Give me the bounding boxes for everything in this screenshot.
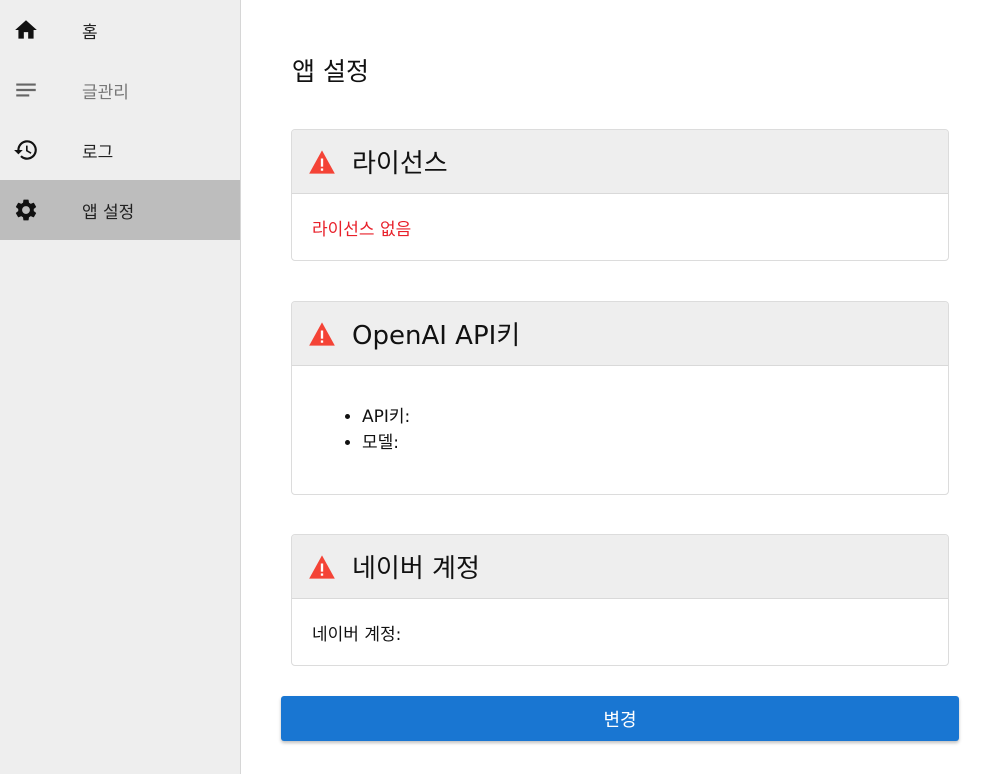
sidebar-item-settings[interactable]: 앱 설정: [0, 180, 240, 240]
card-title: 라이선스: [352, 149, 448, 179]
sidebar-item-home[interactable]: 홈: [0, 0, 240, 60]
history-icon: [12, 136, 40, 164]
page-title: 앱 설정: [292, 57, 369, 86]
list-item: API키:: [362, 404, 928, 430]
change-button[interactable]: 변경: [281, 696, 959, 741]
license-status: 라이선스 없음: [312, 219, 412, 240]
warning-icon: [308, 554, 336, 580]
naver-card: 네이버 계정 네이버 계정:: [291, 534, 949, 666]
sidebar-item-label: 홈: [82, 22, 98, 43]
home-icon: [12, 16, 40, 44]
card-header: 라이선스: [292, 130, 948, 194]
openai-card: OpenAI API키 API키: 모델:: [291, 301, 949, 495]
warning-icon: [308, 321, 336, 347]
sidebar-item-label: 로그: [82, 142, 114, 163]
card-title: 네이버 계정: [352, 554, 480, 584]
sidebar: 홈 글관리 로그 앱 설정: [0, 0, 241, 774]
license-card: 라이선스 라이선스 없음: [291, 129, 949, 261]
sidebar-item-log[interactable]: 로그: [0, 120, 240, 180]
app-root: 홈 글관리 로그 앱 설정 앱 설정 라이선스 라이선스 없음 OpenAI A…: [0, 0, 983, 774]
notes-icon: [12, 76, 40, 104]
card-header: OpenAI API키: [292, 302, 948, 366]
list-item: 모델:: [362, 430, 928, 456]
sidebar-item-label: 글관리: [82, 82, 129, 103]
main-content: 앱 설정 라이선스 라이선스 없음 OpenAI API키 API: [241, 0, 983, 774]
gear-icon: [12, 196, 40, 224]
card-title: OpenAI API키: [352, 321, 521, 351]
card-header: 네이버 계정: [292, 535, 948, 599]
openai-info-list: API키: 모델:: [312, 366, 928, 494]
sidebar-item-label: 앱 설정: [82, 202, 135, 223]
naver-account-label: 네이버 계정:: [312, 624, 402, 645]
warning-icon: [308, 149, 336, 175]
sidebar-item-posts[interactable]: 글관리: [0, 60, 240, 120]
